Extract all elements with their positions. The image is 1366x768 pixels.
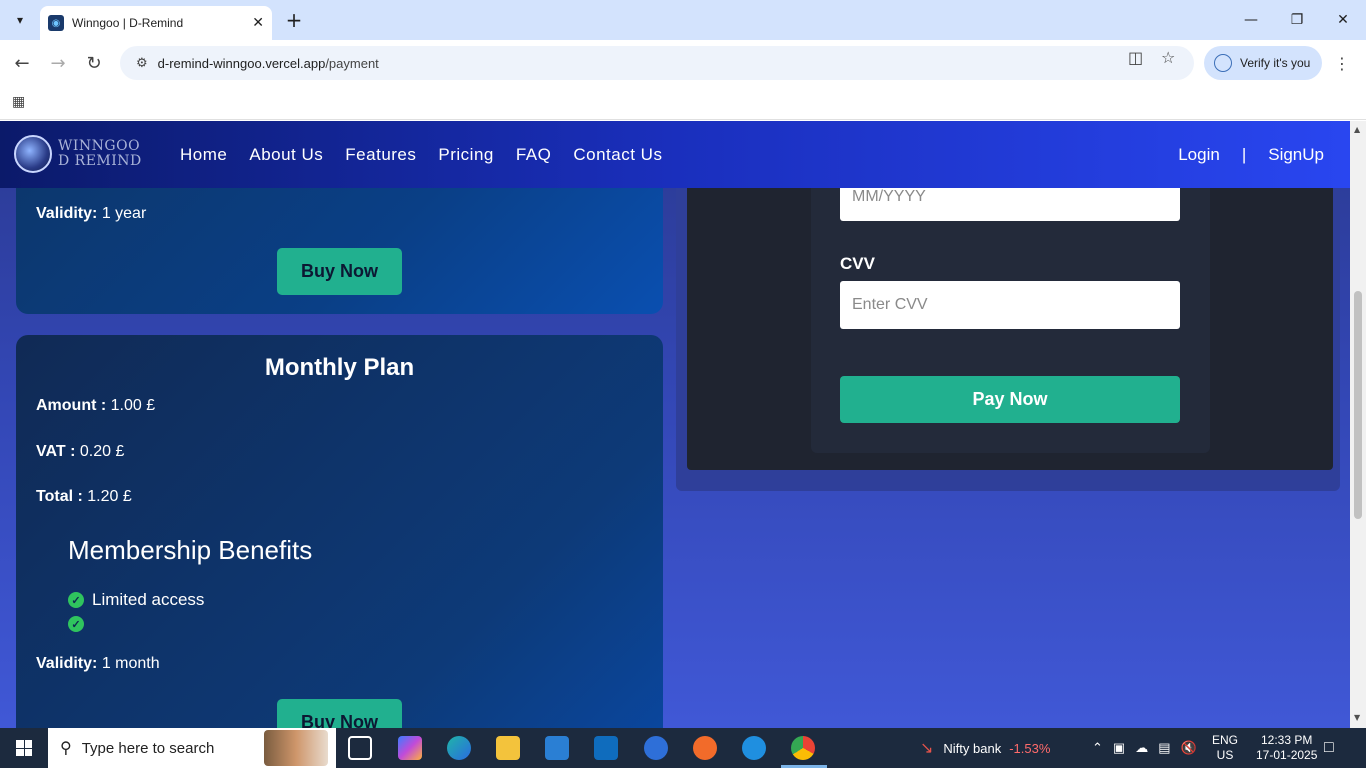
logo-line2: D REMIND xyxy=(58,153,142,169)
store-icon[interactable] xyxy=(545,736,569,760)
page-viewport: Validity: 1 year Buy Now Monthly Plan Am… xyxy=(0,121,1350,728)
install-app-icon[interactable]: ◫ xyxy=(1128,48,1143,67)
amount-row: Amount : 1.00 £ xyxy=(36,397,156,414)
signup-link[interactable]: SignUp xyxy=(1268,145,1324,165)
new-tab-icon[interactable]: + xyxy=(282,8,306,32)
check-circle-icon: ✓ xyxy=(68,616,84,632)
system-tray: ⌃ ▣ ☁ ▤ 🔇 xyxy=(1092,728,1197,768)
file-explorer-icon[interactable] xyxy=(496,736,520,760)
benefit-item: ✓ Limited access xyxy=(68,590,204,610)
scrollbar-thumb[interactable] xyxy=(1354,291,1362,519)
cvv-input[interactable]: Enter CVV xyxy=(840,281,1180,329)
stock-change: -1.53% xyxy=(1009,740,1051,756)
show-hidden-icons-icon[interactable]: ⌃ xyxy=(1092,740,1103,756)
reload-icon[interactable]: ↻ xyxy=(81,50,107,76)
monthly-plan-card: Monthly Plan Amount : 1.00 £ VAT : 0.20 … xyxy=(16,335,663,728)
meet-now-icon[interactable]: ▣ xyxy=(1113,740,1125,756)
nav-about-us[interactable]: About Us xyxy=(249,145,323,165)
nav-pricing[interactable]: Pricing xyxy=(438,145,493,165)
benefit-item: ✓ xyxy=(68,616,92,632)
yearly-buy-now-button[interactable]: Buy Now xyxy=(277,248,402,295)
postman-icon[interactable] xyxy=(693,736,717,760)
check-circle-icon: ✓ xyxy=(68,592,84,608)
cvv-label: CVV xyxy=(840,254,875,273)
close-tab-icon[interactable]: ✕ xyxy=(252,15,264,31)
notifications-icon[interactable]: □ xyxy=(1324,728,1334,768)
minimize-icon[interactable]: — xyxy=(1228,0,1274,40)
nav-faq[interactable]: FAQ xyxy=(516,145,552,165)
address-bar[interactable]: ⚙ d-remind-winngoo.vercel.app/payment xyxy=(120,46,1194,80)
stock-chart-icon: ↘ xyxy=(920,740,934,757)
search-highlight-image xyxy=(264,730,328,766)
lang-code: ENG xyxy=(1212,733,1239,747)
browser-tab[interactable]: ◉ Winngoo | D-Remind ✕ xyxy=(40,6,272,40)
benefit-text: Limited access xyxy=(92,590,205,609)
stock-widget[interactable]: ↘ Nifty bank -1.53% xyxy=(920,728,1050,768)
scroll-up-icon[interactable]: ▲ xyxy=(1354,125,1360,134)
yearly-validity: Validity: 1 year xyxy=(36,205,147,222)
stock-name: Nifty bank xyxy=(943,740,1002,756)
chrome-icon[interactable] xyxy=(791,736,815,760)
plan-title: Monthly Plan xyxy=(264,354,415,381)
url-text: d-remind-winngoo.vercel.app/payment xyxy=(157,55,379,71)
task-view-icon[interactable] xyxy=(348,736,372,760)
nav-contact-us[interactable]: Contact Us xyxy=(573,145,662,165)
lang-region: US xyxy=(1216,748,1234,762)
vat-row: VAT : 0.20 £ xyxy=(36,443,125,460)
windows-taskbar: ⚲ Type here to search ↘ Nifty bank -1.53… xyxy=(0,728,1366,768)
app-icon[interactable] xyxy=(644,736,668,760)
site-settings-icon[interactable]: ⚙ xyxy=(136,56,148,71)
forward-icon[interactable]: → xyxy=(45,50,71,76)
taskbar-search[interactable]: ⚲ Type here to search xyxy=(48,728,336,768)
app-icon[interactable] xyxy=(742,736,766,760)
monthly-validity: Validity: 1 month xyxy=(36,655,160,672)
back-icon[interactable]: ← xyxy=(9,50,35,76)
network-icon[interactable]: ▤ xyxy=(1158,740,1170,756)
tab-search-dropdown-icon[interactable]: ▾ xyxy=(8,8,32,32)
clock-date: 17-01-2025 xyxy=(1256,748,1318,762)
logo-line1: WINNGOO xyxy=(58,138,141,154)
logo-text: WINNGOO D REMIND xyxy=(58,139,142,169)
verify-label: Verify it's you xyxy=(1240,56,1311,70)
browser-menu-icon[interactable]: ⋮ xyxy=(1334,54,1350,73)
language-indicator[interactable]: ENG US xyxy=(1212,728,1238,768)
verify-profile-button[interactable]: Verify it's you xyxy=(1204,46,1322,80)
profile-icon xyxy=(1214,54,1232,72)
volume-muted-icon[interactable]: 🔇 xyxy=(1181,740,1197,756)
search-placeholder: Type here to search xyxy=(81,739,215,757)
main-menu: Home About Us Features Pricing FAQ Conta… xyxy=(180,121,662,188)
start-button[interactable] xyxy=(0,728,48,768)
copilot-icon[interactable] xyxy=(398,736,422,760)
clock-time: 12:33 PM xyxy=(1261,733,1313,747)
onedrive-icon[interactable]: ☁ xyxy=(1135,740,1148,756)
close-window-icon[interactable]: ✕ xyxy=(1320,0,1366,40)
search-icon: ⚲ xyxy=(60,740,72,757)
nav-home[interactable]: Home xyxy=(180,145,227,165)
site-favicon-icon: ◉ xyxy=(48,15,64,31)
login-link[interactable]: Login xyxy=(1178,145,1220,165)
browser-tabbar: ▾ ◉ Winngoo | D-Remind ✕ + — ❐ ✕ xyxy=(0,0,1366,40)
outlook-icon[interactable] xyxy=(594,736,618,760)
clock[interactable]: 12:33 PM 17-01-2025 xyxy=(1256,728,1317,768)
pay-now-button[interactable]: Pay Now xyxy=(840,376,1180,423)
auth-links: Login | SignUp xyxy=(1178,121,1324,188)
monthly-buy-now-button[interactable]: Buy Now xyxy=(277,699,402,728)
site-navbar: WINNGOO D REMIND Home About Us Features … xyxy=(0,121,1350,188)
tab-title: Winngoo | D-Remind xyxy=(72,16,184,30)
total-row: Total : 1.20 £ xyxy=(36,488,132,505)
restore-icon[interactable]: ❐ xyxy=(1274,0,1320,40)
benefits-title: Membership Benefits xyxy=(68,535,313,565)
nav-features[interactable]: Features xyxy=(345,145,416,165)
auth-separator: | xyxy=(1241,144,1247,164)
edge-icon[interactable] xyxy=(447,736,471,760)
site-logo[interactable]: WINNGOO D REMIND xyxy=(14,135,142,173)
bookmarks-bar: ▦ xyxy=(0,86,1366,120)
apps-grid-icon[interactable]: ▦ xyxy=(12,94,25,110)
page-scrollbar[interactable]: ▲ ▼ xyxy=(1350,121,1366,728)
bookmark-star-icon[interactable]: ☆ xyxy=(1161,48,1175,67)
windows-logo-icon xyxy=(16,740,32,756)
scroll-down-icon[interactable]: ▼ xyxy=(1354,713,1360,722)
globe-logo-icon xyxy=(14,135,52,173)
browser-toolbar: ← → ↻ ⚙ d-remind-winngoo.vercel.app/paym… xyxy=(0,40,1366,86)
